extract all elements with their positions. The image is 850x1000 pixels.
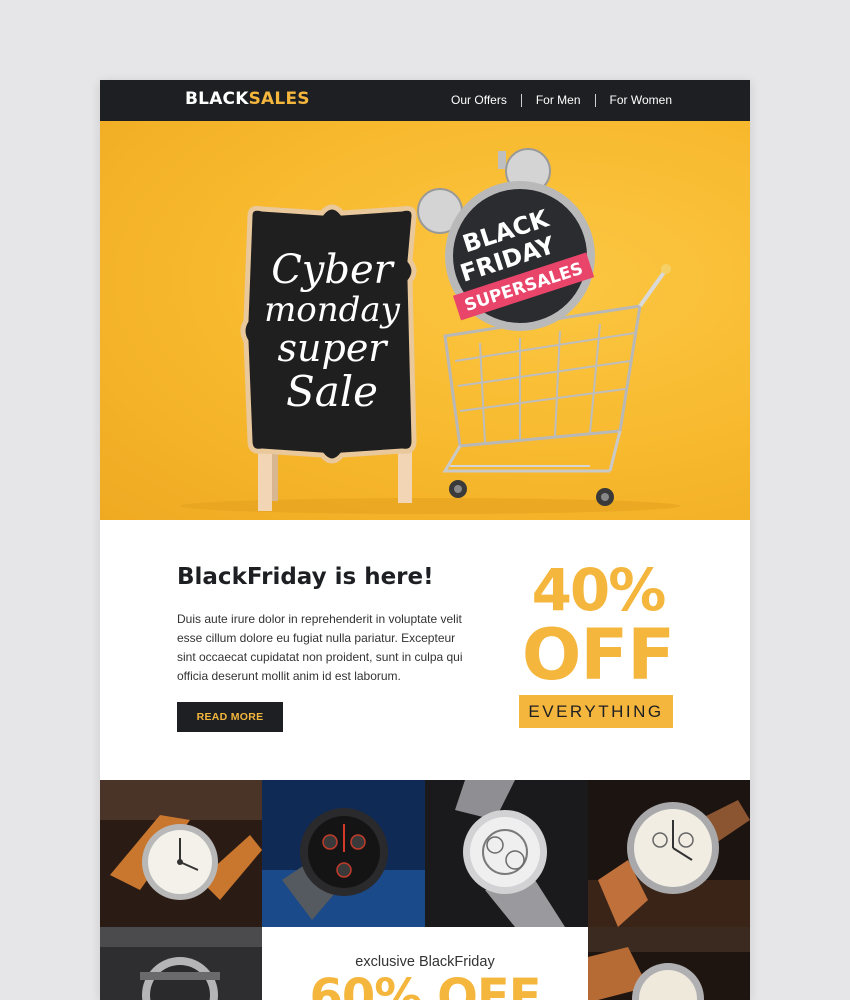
header-bar: BLACKSALES Our Offers For Men For Women [100, 80, 750, 121]
nav-for-women[interactable]: For Women [596, 93, 672, 107]
email-canvas: BLACKSALES Our Offers For Men For Women … [100, 80, 750, 1000]
logo-part-sales: SALES [248, 89, 310, 109]
promo-block[interactable]: exclusive BlackFriday 60% OFF [262, 927, 588, 1000]
hero-image[interactable]: Cyber monday super Sale BLACK FRIDAY SUP… [100, 121, 750, 520]
promo-kicker: exclusive BlackFriday [355, 954, 495, 970]
chalk-line-2: monday [264, 290, 401, 330]
nav-for-men[interactable]: For Men [522, 93, 595, 107]
watch-image-6 [588, 927, 750, 1000]
offer-body: Duis aute irure dolor in reprehenderit i… [177, 612, 463, 683]
top-nav: Our Offers For Men For Women [437, 93, 672, 107]
watch-tile-6[interactable] [588, 927, 750, 1000]
watch-tile-1[interactable] [100, 780, 262, 927]
read-more-button[interactable]: READ MORE [177, 702, 283, 732]
hero-illustration: Cyber monday super Sale BLACK FRIDAY SUP… [180, 148, 680, 514]
discount-percent: 40% [531, 556, 667, 624]
watch-image-5 [100, 927, 262, 1000]
chalk-line-3: super [278, 326, 390, 370]
watch-tile-3[interactable] [425, 780, 588, 927]
watch-tile-5[interactable] [100, 927, 262, 1000]
brand-logo[interactable]: BLACKSALES [185, 89, 310, 109]
watch-image-2 [262, 780, 425, 927]
chalk-line-1: Cyber [271, 247, 395, 293]
discount-scope-badge: EVERYTHING [519, 695, 673, 728]
watch-image-1 [100, 780, 262, 927]
watch-gallery: exclusive BlackFriday 60% OFF [100, 780, 750, 1000]
logo-part-black: BLACK [185, 89, 249, 109]
chalk-line-4: Sale [286, 367, 378, 416]
nav-our-offers[interactable]: Our Offers [437, 93, 521, 107]
promo-discount: 60% OFF [309, 969, 542, 1000]
offer-section: BlackFriday is here! Duis aute irure dol… [100, 520, 750, 780]
watch-tile-4[interactable] [588, 780, 750, 927]
watch-image-3 [425, 780, 588, 927]
discount-off: OFF [521, 614, 675, 696]
watch-tile-2[interactable] [262, 780, 425, 927]
watch-image-4 [588, 780, 750, 927]
offer-title: BlackFriday is here! [177, 564, 434, 590]
